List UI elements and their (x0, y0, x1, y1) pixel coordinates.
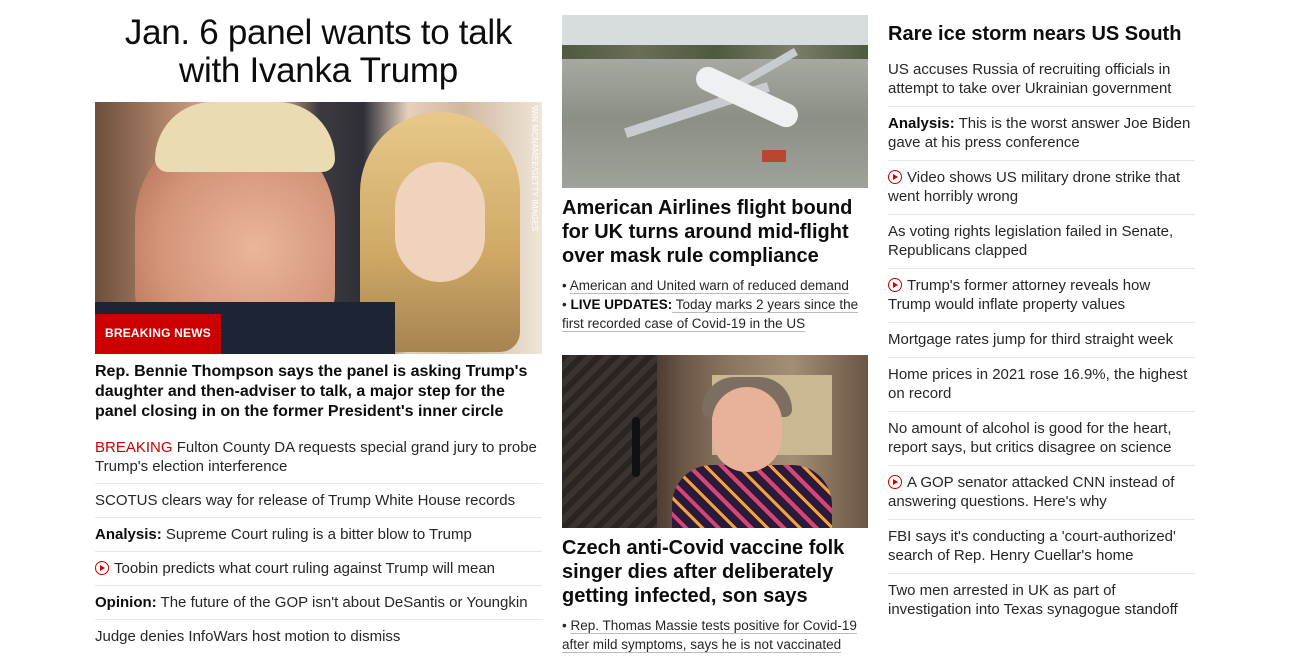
play-circle-icon (95, 561, 109, 575)
list-item[interactable]: BREAKING Fulton County DA requests speci… (95, 431, 542, 484)
bullet-link[interactable]: Rep. Thomas Massie tests positive for Co… (562, 618, 857, 652)
airplane-photo[interactable] (562, 15, 868, 188)
list-item[interactable]: Video shows US military drone strike tha… (888, 161, 1195, 215)
right-headline[interactable]: Rare ice storm nears US South (888, 22, 1195, 53)
analysis-label: Analysis: (95, 526, 162, 543)
play-circle-icon (888, 170, 902, 184)
headline-link[interactable]: The future of the GOP isn't about DeSant… (157, 594, 528, 611)
bullet-link[interactable]: American and United warn of reduced dema… (570, 278, 849, 293)
story-bullets: • American and United warn of reduced de… (562, 276, 868, 333)
list-item[interactable]: A GOP senator attacked CNN instead of an… (888, 466, 1195, 520)
list-item[interactable]: Mortgage rates jump for third straight w… (888, 323, 1195, 358)
lead-headline[interactable]: Jan. 6 panel wants to talk with Ivanka T… (95, 14, 542, 90)
right-headline-list: US accuses Russia of recruiting official… (888, 53, 1195, 627)
headline-link[interactable]: US accuses Russia of recruiting official… (888, 61, 1171, 97)
headline-link[interactable]: Supreme Court ruling is a bitter blow to… (162, 526, 472, 543)
headline-link[interactable]: No amount of alcohol is good for the hea… (888, 420, 1172, 456)
list-item[interactable]: US accuses Russia of recruiting official… (888, 53, 1195, 107)
lead-description[interactable]: Rep. Bennie Thompson says the panel is a… (95, 362, 542, 422)
photo-credit: WIN MCNAMEE/GETTY IMAGES (530, 106, 539, 232)
bullet-item[interactable]: • LIVE UPDATES: Today marks 2 years sinc… (562, 295, 868, 333)
headline-link[interactable]: As voting rights legislation failed in S… (888, 223, 1173, 259)
list-item[interactable]: Trump's former attorney reveals how Trum… (888, 269, 1195, 323)
breaking-news-badge: BREAKING NEWS (95, 314, 221, 354)
headline-link[interactable]: Two men arrested in UK as part of invest… (888, 582, 1178, 618)
lead-photo[interactable]: WIN MCNAMEE/GETTY IMAGES BREAKING NEWS (95, 102, 542, 354)
breaking-label: BREAKING (95, 439, 173, 456)
list-item[interactable]: Home prices in 2021 rose 16.9%, the high… (888, 358, 1195, 412)
analysis-label: Analysis: (888, 115, 955, 132)
right-column: Rare ice storm nears US South US accuses… (888, 0, 1195, 627)
headline-link[interactable]: Home prices in 2021 rose 16.9%, the high… (888, 366, 1187, 402)
list-item[interactable]: Analysis: This is the worst answer Joe B… (888, 107, 1195, 161)
left-headline-list: BREAKING Fulton County DA requests speci… (95, 431, 542, 653)
headline-link[interactable]: Mortgage rates jump for third straight w… (888, 331, 1173, 348)
headline-link[interactable]: Video shows US military drone strike tha… (888, 169, 1180, 205)
lead-column: Jan. 6 panel wants to talk with Ivanka T… (95, 0, 542, 653)
headline-link[interactable]: SCOTUS clears way for release of Trump W… (95, 492, 515, 509)
headline-link[interactable]: Judge denies InfoWars host motion to dis… (95, 628, 400, 645)
middle-column: American Airlines flight bound for UK tu… (562, 0, 868, 654)
list-item[interactable]: SCOTUS clears way for release of Trump W… (95, 484, 542, 518)
headline-link[interactable]: Trump's former attorney reveals how Trum… (888, 277, 1150, 313)
headline-link[interactable]: Toobin predicts what court ruling agains… (114, 560, 495, 577)
list-item[interactable]: FBI says it's conducting a 'court-author… (888, 520, 1195, 574)
list-item[interactable]: Toobin predicts what court ruling agains… (95, 552, 542, 586)
story-bullets: • Rep. Thomas Massie tests positive for … (562, 616, 868, 654)
folk-singer-photo[interactable] (562, 355, 868, 528)
play-circle-icon (888, 278, 902, 292)
play-circle-icon (888, 475, 902, 489)
headline-link[interactable]: A GOP senator attacked CNN instead of an… (888, 474, 1174, 510)
list-item[interactable]: No amount of alcohol is good for the hea… (888, 412, 1195, 466)
story-headline-czech[interactable]: Czech anti-Covid vaccine folk singer die… (562, 536, 868, 608)
list-item[interactable]: As voting rights legislation failed in S… (888, 215, 1195, 269)
headline-link[interactable]: FBI says it's conducting a 'court-author… (888, 528, 1176, 564)
story-headline-airlines[interactable]: American Airlines flight bound for UK tu… (562, 196, 868, 268)
live-updates-label: LIVE UPDATES: (570, 297, 673, 312)
list-item[interactable]: Judge denies InfoWars host motion to dis… (95, 620, 542, 653)
list-item[interactable]: Opinion: The future of the GOP isn't abo… (95, 586, 542, 620)
list-item[interactable]: Analysis: Supreme Court ruling is a bitt… (95, 518, 542, 552)
bullet-item[interactable]: • Rep. Thomas Massie tests positive for … (562, 616, 868, 654)
bullet-item[interactable]: • American and United warn of reduced de… (562, 276, 868, 295)
opinion-label: Opinion: (95, 594, 157, 611)
list-item[interactable]: Two men arrested in UK as part of invest… (888, 574, 1195, 627)
